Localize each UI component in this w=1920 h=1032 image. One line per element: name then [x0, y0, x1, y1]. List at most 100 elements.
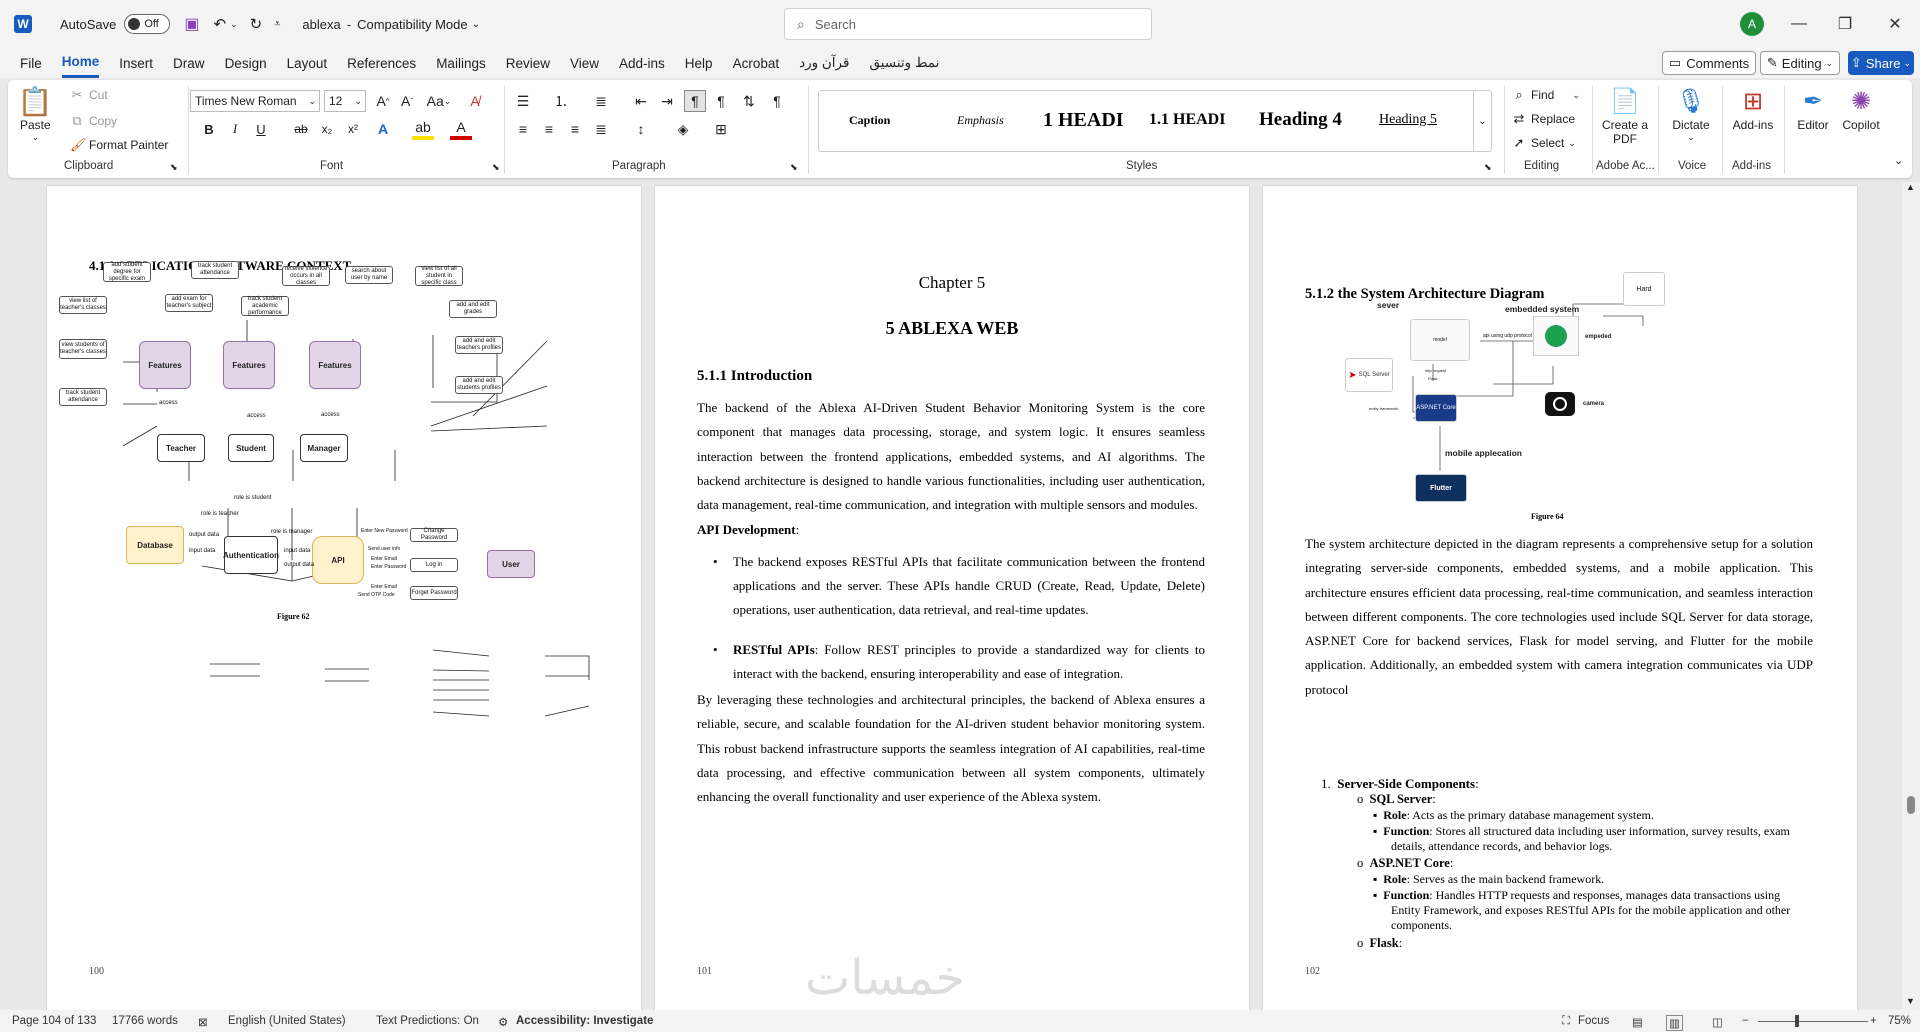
style-heading-5[interactable]: Heading 5 — [1379, 112, 1437, 128]
create-pdf-button[interactable]: 📄 Create a PDF — [1598, 86, 1652, 147]
clear-formatting-icon[interactable]: A̸ — [464, 90, 486, 112]
dictate-button[interactable]: 🎙 Dictate ⌄ — [1664, 86, 1718, 143]
font-color-icon[interactable]: A — [450, 118, 472, 140]
tab-quran-word[interactable]: قرآن ورد — [799, 49, 849, 77]
increase-indent-icon[interactable]: ⇥ — [656, 90, 678, 112]
ltr-direction-icon[interactable]: ¶ — [684, 90, 706, 112]
find-button[interactable]: ⌕ Find ⌄ — [1512, 88, 1580, 103]
bullets-icon[interactable]: ☰ — [512, 90, 534, 112]
font-dialog-launcher-icon[interactable]: ⬊ — [492, 162, 500, 173]
zoom-in-icon[interactable]: + — [1870, 1015, 1877, 1027]
style-heading-1[interactable]: 1 HEADI — [1043, 109, 1131, 132]
tab-mailings[interactable]: Mailings — [436, 50, 486, 77]
font-name-select[interactable]: Times New Roman ⌄ — [190, 90, 320, 112]
tab-draw[interactable]: Draw — [173, 50, 205, 77]
style-heading-2[interactable]: 1.1 HEADI — [1149, 111, 1249, 129]
undo-dropdown-icon[interactable]: ⌄ — [230, 19, 238, 30]
restore-icon[interactable]: ❐ — [1822, 0, 1868, 48]
justify-icon[interactable]: ≣ — [590, 118, 612, 140]
paragraph-dialog-launcher-icon[interactable]: ⬊ — [790, 162, 798, 173]
italic-icon[interactable]: I — [224, 118, 246, 140]
dialog-launcher-icon[interactable]: ⬊ — [170, 162, 178, 173]
close-icon[interactable]: ✕ — [1872, 0, 1918, 48]
show-marks-icon[interactable]: ¶ — [766, 90, 788, 112]
shading-icon[interactable]: ◈ — [672, 118, 694, 140]
print-layout-icon[interactable]: ▥ — [1666, 1015, 1683, 1031]
search-input[interactable]: ⌕ Search — [784, 8, 1152, 40]
borders-icon[interactable]: ⊞ — [710, 118, 732, 140]
tab-insert[interactable]: Insert — [119, 50, 153, 77]
select-button[interactable]: ➚ Select ⌄ — [1512, 136, 1576, 151]
cut-button[interactable]: ✂ Cut — [70, 88, 108, 103]
page-count[interactable]: Page 104 of 133 — [12, 1015, 96, 1027]
proofing-icon[interactable]: ⊠ — [198, 1015, 208, 1029]
tab-help[interactable]: Help — [685, 50, 713, 77]
zoom-level[interactable]: 75% — [1888, 1015, 1911, 1027]
underline-icon[interactable]: U — [250, 118, 272, 140]
copy-button[interactable]: ⧉ Copy — [70, 114, 117, 129]
tab-styles-format[interactable]: نمط وتنسيق — [869, 49, 939, 77]
tab-home[interactable]: Home — [61, 48, 100, 78]
highlight-icon[interactable]: ab — [412, 118, 434, 140]
undo-icon[interactable]: ↶ — [214, 15, 227, 33]
decrease-indent-icon[interactable]: ⇤ — [630, 90, 652, 112]
text-predictions[interactable]: Text Predictions: On — [376, 1015, 479, 1027]
shrink-font-icon[interactable]: Aˇ — [396, 90, 418, 112]
style-heading-4[interactable]: Heading 4 — [1259, 109, 1342, 131]
format-painter-button[interactable]: 🖌 Format Painter — [70, 138, 168, 153]
numbering-icon[interactable]: ⒈ — [550, 90, 572, 112]
bold-icon[interactable]: B — [198, 118, 220, 140]
zoom-out-icon[interactable]: − — [1742, 1015, 1749, 1027]
page-102[interactable]: 5.1.2 the System Architecture Diagram se… — [1263, 186, 1857, 1010]
text-effects-icon[interactable]: A — [372, 118, 394, 140]
styles-expand-icon[interactable]: ⌄ — [1473, 91, 1491, 151]
align-left-icon[interactable]: ≡ — [512, 118, 534, 140]
align-center-icon[interactable]: ≡ — [538, 118, 560, 140]
compatibility-mode[interactable]: Compatibility Mode — [357, 17, 468, 32]
change-case-button[interactable]: Aa ⌄ — [424, 90, 454, 112]
customize-qat-icon[interactable]: ⩡ — [274, 18, 280, 31]
font-size-select[interactable]: 12 ⌄ — [324, 90, 366, 112]
page-101[interactable]: Chapter 5 5 ABLEXA WEB 5.1.1 Introductio… — [655, 186, 1249, 1010]
strikethrough-icon[interactable]: ab — [290, 118, 312, 140]
sort-icon[interactable]: ⇅ — [738, 90, 760, 112]
autosave-toggle[interactable]: Off — [124, 14, 171, 34]
line-spacing-icon[interactable]: ↕ — [630, 118, 652, 140]
rtl-direction-icon[interactable]: ¶ — [710, 90, 732, 112]
comments-button[interactable]: ▭ Comments — [1662, 51, 1756, 75]
tab-file[interactable]: File — [20, 50, 42, 77]
paste-button[interactable]: 📋 Paste ⌄ — [18, 86, 53, 143]
zoom-slider-thumb[interactable] — [1795, 1015, 1799, 1027]
word-count[interactable]: 17766 words — [112, 1015, 178, 1027]
tab-references[interactable]: References — [347, 50, 416, 77]
editor-button[interactable]: ✒ Editor — [1788, 86, 1838, 133]
align-right-icon[interactable]: ≡ — [564, 118, 586, 140]
scroll-up-icon[interactable]: ▲ — [1906, 182, 1915, 192]
multilevel-list-icon[interactable]: ≣ — [590, 90, 612, 112]
scrollbar-thumb[interactable] — [1907, 796, 1915, 814]
tab-layout[interactable]: Layout — [287, 50, 328, 77]
focus-button[interactable]: Focus — [1578, 1015, 1609, 1027]
tab-view[interactable]: View — [570, 50, 599, 77]
styles-dialog-launcher-icon[interactable]: ⬊ — [1484, 162, 1492, 173]
style-caption[interactable]: Caption — [849, 113, 890, 128]
scroll-down-icon[interactable]: ▼ — [1906, 996, 1915, 1006]
accessibility-status[interactable]: Accessibility: Investigate — [516, 1015, 653, 1027]
language[interactable]: English (United States) — [228, 1015, 346, 1027]
minimize-icon[interactable]: — — [1776, 0, 1822, 48]
read-mode-icon[interactable]: ▤ — [1632, 1015, 1643, 1029]
redo-icon[interactable]: ↻ — [250, 15, 263, 33]
avatar[interactable]: A — [1740, 12, 1764, 36]
tab-acrobat[interactable]: Acrobat — [733, 50, 780, 77]
editing-mode-button[interactable]: ✎ Editing ⌄ — [1760, 51, 1840, 75]
style-emphasis[interactable]: Emphasis — [957, 113, 1004, 128]
vertical-scrollbar[interactable]: ▲ ▼ — [1902, 182, 1920, 1010]
zoom-slider[interactable] — [1758, 1021, 1868, 1022]
page-100[interactable]: 4.1.9 APPLICATION SOFTWARE CONTEXT add s… — [47, 186, 641, 1010]
tab-add-ins[interactable]: Add-ins — [619, 50, 665, 77]
subscript-icon[interactable]: x₂ — [316, 118, 338, 140]
add-ins-button[interactable]: ⊞ Add-ins — [1726, 86, 1780, 133]
tab-review[interactable]: Review — [506, 50, 550, 77]
save-icon[interactable]: ▣ — [184, 14, 199, 34]
superscript-icon[interactable]: x² — [342, 118, 364, 140]
